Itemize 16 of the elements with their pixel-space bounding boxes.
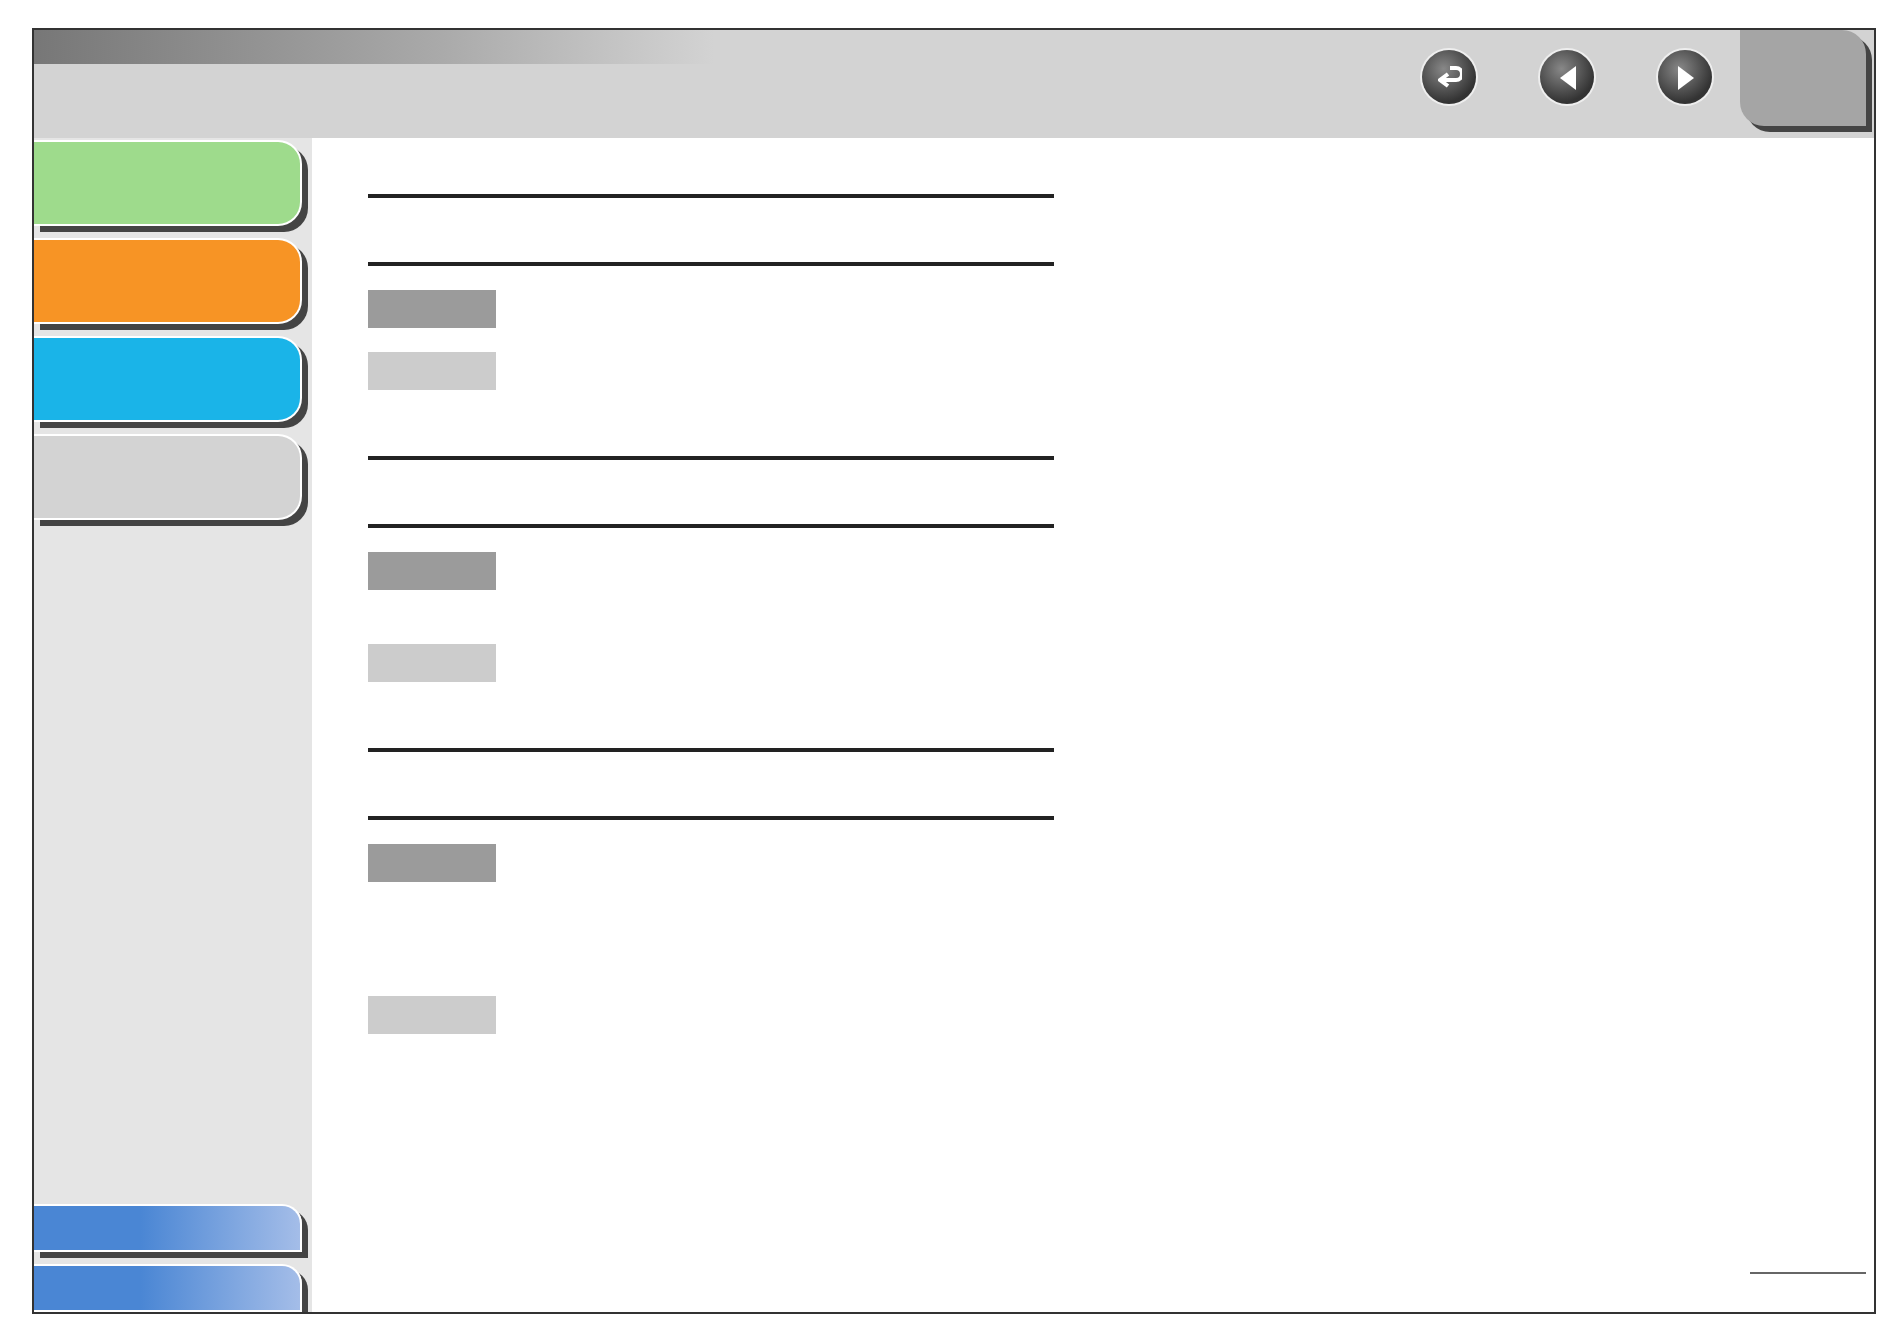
- label-block: [368, 552, 496, 590]
- label-block: [368, 996, 496, 1034]
- sidebar-tab[interactable]: [34, 238, 302, 324]
- label-block: [368, 352, 496, 390]
- label-block: [368, 844, 496, 882]
- previous-button[interactable]: [1540, 50, 1594, 104]
- back-button[interactable]: [1422, 50, 1476, 104]
- back-icon: [1437, 66, 1461, 88]
- sidebar-tab[interactable]: [34, 336, 302, 422]
- right-arrow-icon: [1677, 65, 1693, 89]
- sidebar-tab[interactable]: [34, 1264, 302, 1312]
- left-arrow-icon: [1559, 65, 1575, 89]
- label-block: [368, 644, 496, 682]
- sidebar-tab[interactable]: [34, 1204, 302, 1252]
- next-button[interactable]: [1658, 50, 1712, 104]
- label-block: [368, 290, 496, 328]
